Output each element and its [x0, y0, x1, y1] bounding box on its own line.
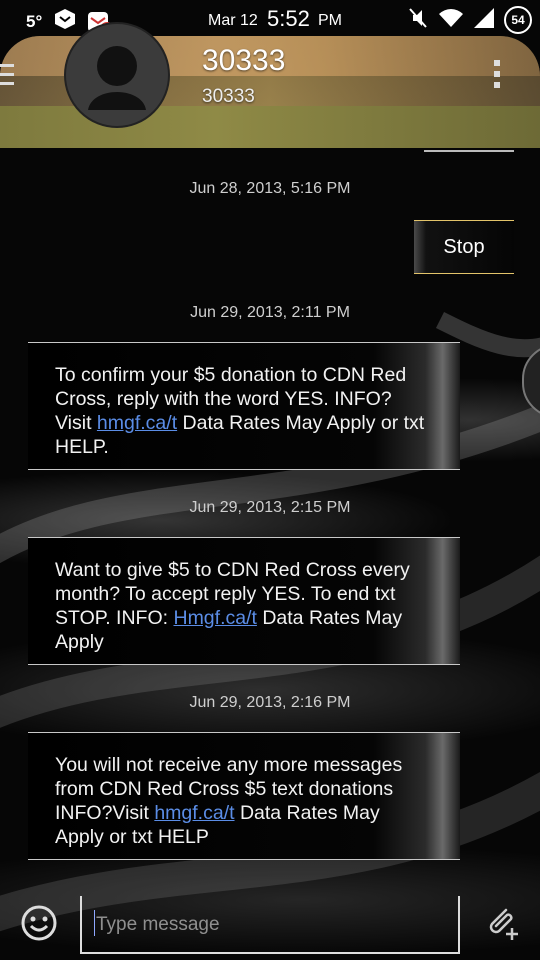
- message-timestamp: Jun 28, 2013, 5:16 PM: [189, 180, 351, 197]
- messenger-notification-icon: [54, 8, 76, 35]
- message-input[interactable]: [94, 910, 438, 940]
- message-input-box[interactable]: [80, 896, 460, 954]
- mute-icon: [408, 7, 428, 34]
- message-timestamp: Jun 29, 2013, 2:15 PM: [189, 499, 351, 516]
- message-timestamp: Jun 29, 2013, 2:16 PM: [189, 694, 351, 711]
- message-thread[interactable]: Jun 28, 2013, 5:16 PM Stop Jun 29, 2013,…: [0, 148, 540, 888]
- status-ampm: PM: [318, 12, 342, 29]
- text-cursor: [94, 910, 95, 936]
- outgoing-message-bubble[interactable]: Stop: [414, 220, 514, 274]
- contact-name: 30333: [202, 44, 286, 77]
- message-link[interactable]: hmgf.ca/t: [97, 412, 177, 434]
- drawer-menu-icon[interactable]: [0, 62, 14, 93]
- status-date: Mar 12: [208, 12, 258, 29]
- status-bar: 5° 3 Mar 12 5:52 PM 54: [0, 0, 540, 38]
- message-link[interactable]: hmgf.ca/t: [154, 802, 234, 824]
- incoming-message-bubble[interactable]: To confirm your $5 donation to CDN Red C…: [28, 342, 460, 470]
- weather-temperature: 5°: [26, 11, 43, 31]
- contact-avatar[interactable]: [64, 22, 170, 128]
- emoji-icon[interactable]: [20, 904, 58, 942]
- scroll-handle[interactable]: [522, 344, 540, 418]
- incoming-message-bubble[interactable]: Want to give $5 to CDN Red Cross every m…: [28, 537, 460, 665]
- wifi-icon: [438, 8, 464, 33]
- battery-indicator: 54: [504, 6, 532, 34]
- message-composer: [0, 890, 540, 960]
- overflow-menu-icon[interactable]: [492, 58, 502, 95]
- message-timestamp: Jun 29, 2013, 2:11 PM: [190, 304, 350, 321]
- incoming-message-bubble[interactable]: You will not receive any more messages f…: [28, 732, 460, 860]
- status-time: 5:52: [267, 6, 310, 31]
- attach-paperclip-icon[interactable]: [482, 902, 522, 942]
- message-link[interactable]: Hmgf.ca/t: [173, 607, 256, 629]
- contact-number: 30333: [202, 86, 255, 107]
- message-text: Stop: [443, 235, 485, 258]
- signal-icon: [474, 7, 494, 33]
